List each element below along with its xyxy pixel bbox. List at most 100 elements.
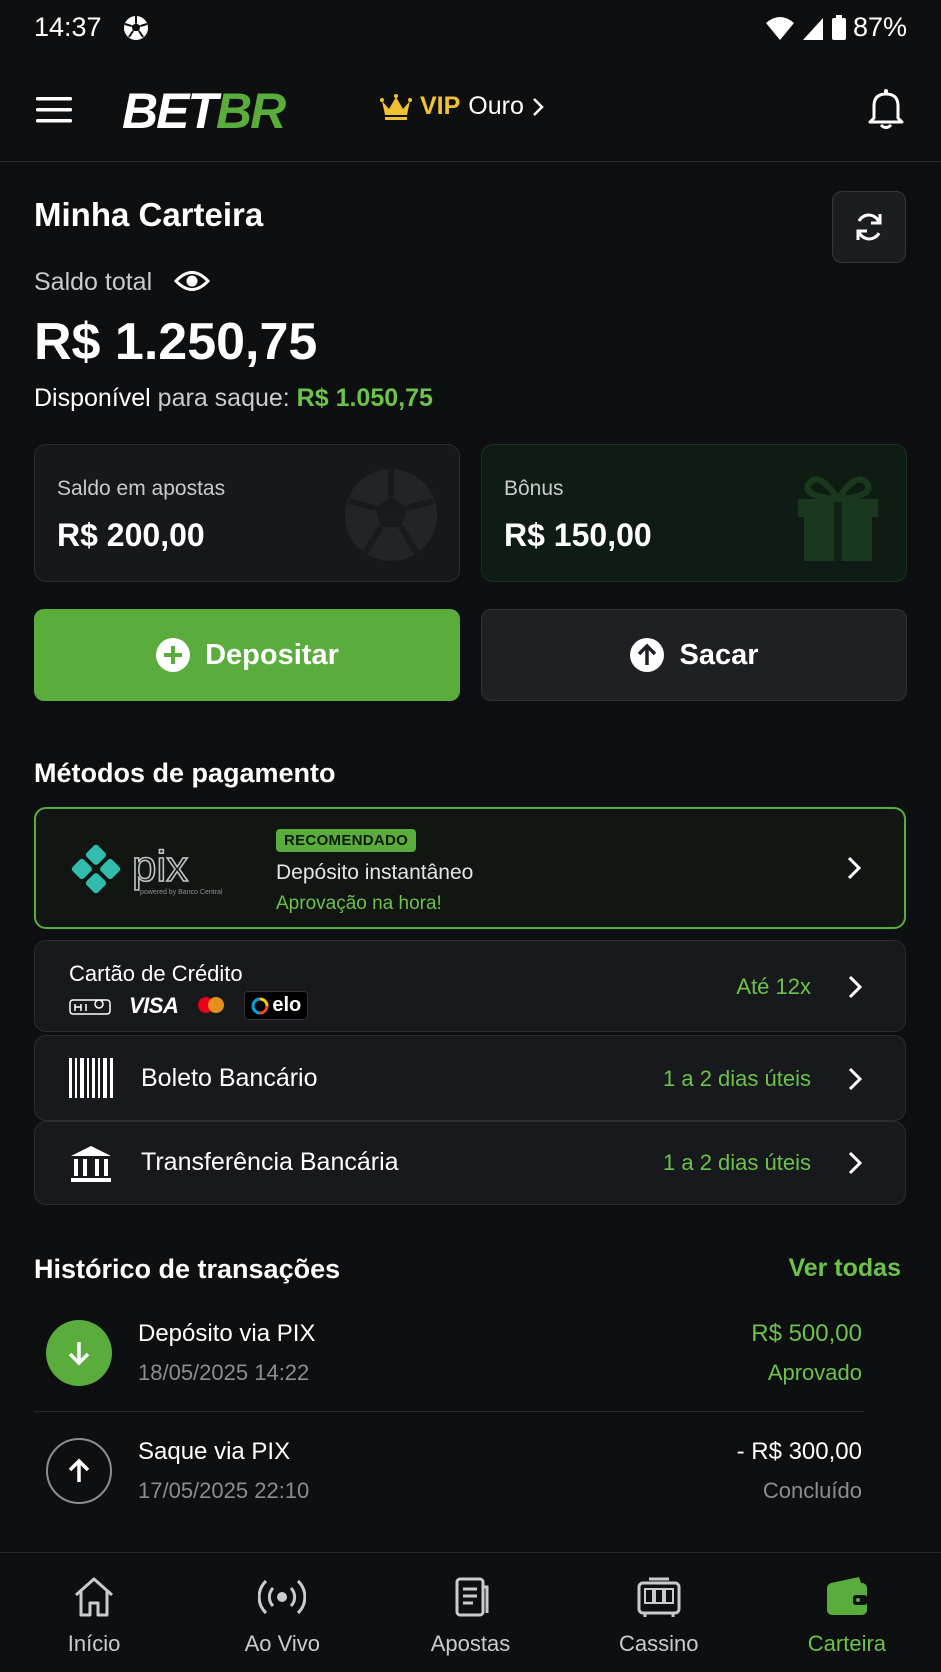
eye-icon[interactable] bbox=[174, 268, 210, 294]
vip-label: VIP bbox=[420, 92, 461, 120]
credit-card-installments: Até 12x bbox=[736, 974, 811, 999]
payment-methods-title: Métodos de pagamento bbox=[34, 758, 336, 788]
betbr-logo[interactable]: BETBR bbox=[122, 82, 286, 140]
withdraw-label: Sacar bbox=[679, 638, 759, 671]
deposit-button[interactable]: Depositar bbox=[34, 609, 460, 701]
bank-transfer-label: Transferência Bancária bbox=[141, 1148, 399, 1176]
bonus-value: R$ 150,00 bbox=[504, 517, 652, 553]
chevron-right-icon bbox=[848, 975, 863, 999]
signal-icon bbox=[802, 17, 823, 40]
wallet-title: Minha Carteira bbox=[34, 196, 264, 233]
crown-icon bbox=[380, 93, 412, 120]
bank-transfer-time: 1 a 2 dias úteis bbox=[663, 1150, 811, 1175]
bets-icon bbox=[455, 1577, 488, 1617]
bottom-navigation: Início Ao Vivo Apostas Cassino Carteira bbox=[0, 1552, 941, 1672]
nav-label-carteira: Carteira bbox=[807, 1631, 887, 1656]
available-label-suffix: para saque: bbox=[150, 384, 297, 412]
transaction-name: Depósito via PIX bbox=[138, 1320, 316, 1347]
available-balance: Disponível para saque: R$ 1.050,75 bbox=[34, 384, 433, 413]
vip-status-link[interactable]: VIP Ouro bbox=[380, 92, 544, 121]
elo-brand: elo bbox=[244, 991, 309, 1020]
bets-balance-label: Saldo em apostas bbox=[57, 477, 226, 500]
home-icon bbox=[75, 1577, 114, 1617]
saldo-total-value: R$ 1.250,75 bbox=[34, 313, 318, 371]
saldo-total-label: Saldo total bbox=[34, 268, 153, 296]
payment-method-bank-transfer[interactable]: Transferência Bancária 1 a 2 dias úteis bbox=[34, 1121, 906, 1205]
payment-method-pix[interactable]: pix powered by Banco Central RECOMENDADO… bbox=[34, 807, 906, 929]
withdraw-button[interactable]: Sacar bbox=[481, 609, 907, 701]
hipercard-brand-icon bbox=[69, 998, 111, 1015]
gift-decoration-icon bbox=[798, 476, 878, 561]
pix-approval-note: Aprovação na hora! bbox=[276, 893, 442, 914]
live-icon bbox=[258, 1579, 307, 1615]
bank-icon bbox=[71, 1146, 111, 1182]
logo-br: BR bbox=[216, 83, 286, 139]
logo-bet: BET bbox=[122, 83, 218, 139]
credit-card-label: Cartão de Crédito bbox=[69, 961, 243, 986]
transaction-row[interactable]: Saque via PIX 17/05/2025 22:10 - R$ 300,… bbox=[34, 1414, 864, 1530]
pix-description: Depósito instantâneo bbox=[276, 861, 474, 884]
nav-label-ao-vivo: Ao Vivo bbox=[244, 1631, 321, 1656]
plus-circle-icon bbox=[156, 638, 191, 672]
refresh-icon bbox=[856, 213, 882, 241]
deposit-label: Depositar bbox=[205, 638, 339, 671]
boleto-label: Boleto Bancário bbox=[141, 1064, 318, 1092]
refresh-button[interactable] bbox=[832, 191, 906, 263]
see-all-link[interactable]: Ver todas bbox=[788, 1254, 901, 1283]
nav-label-cassino: Cassino bbox=[618, 1631, 699, 1656]
chevron-right-icon bbox=[848, 1151, 863, 1175]
recommended-badge: RECOMENDADO bbox=[276, 829, 417, 852]
battery-level: 87% bbox=[852, 12, 907, 42]
status-time: 14:37 bbox=[34, 12, 102, 42]
elo-ring-icon bbox=[251, 997, 269, 1014]
nav-label-inicio: Início bbox=[67, 1631, 121, 1656]
bell-icon[interactable] bbox=[866, 88, 906, 130]
transaction-amount: R$ 500,00 bbox=[751, 1320, 862, 1347]
nav-item-cassino[interactable]: Cassino bbox=[565, 1553, 753, 1672]
soccer-ball-decoration-icon bbox=[345, 469, 437, 561]
boleto-time: 1 a 2 dias úteis bbox=[663, 1066, 811, 1091]
pix-logo-sub: powered by Banco Central bbox=[140, 889, 223, 896]
transaction-date: 17/05/2025 22:10 bbox=[138, 1478, 310, 1503]
nav-item-ao-vivo[interactable]: Ao Vivo bbox=[188, 1553, 376, 1672]
bets-balance-value: R$ 200,00 bbox=[57, 517, 205, 553]
available-value: R$ 1.050,75 bbox=[296, 384, 433, 412]
battery-icon bbox=[831, 14, 846, 40]
transaction-status: Concluído bbox=[762, 1478, 862, 1503]
chevron-right-icon bbox=[848, 1067, 863, 1091]
payment-method-credit-card[interactable]: Cartão de Crédito VISA elo Até 12x bbox=[34, 940, 906, 1032]
arrow-up-circle-icon bbox=[630, 638, 665, 672]
transaction-status: Aprovado bbox=[767, 1360, 862, 1385]
transaction-row[interactable]: Depósito via PIX 18/05/2025 14:22 R$ 500… bbox=[34, 1296, 864, 1412]
elo-label: elo bbox=[272, 994, 302, 1016]
nav-item-carteira[interactable]: Carteira bbox=[753, 1553, 941, 1672]
wifi-icon bbox=[765, 16, 794, 40]
wallet-icon bbox=[826, 1577, 867, 1615]
transaction-date: 18/05/2025 14:22 bbox=[138, 1360, 310, 1385]
chevron-right-icon bbox=[533, 97, 544, 116]
bonus-balance-card: Bônus R$ 150,00 bbox=[481, 444, 907, 582]
payment-method-boleto[interactable]: Boleto Bancário 1 a 2 dias úteis bbox=[34, 1035, 906, 1121]
mastercard-brand-icon bbox=[198, 996, 225, 1013]
pix-logo-icon: pix powered by Banco Central bbox=[71, 841, 223, 896]
visa-brand: VISA bbox=[129, 992, 179, 1018]
vip-level: Ouro bbox=[468, 92, 524, 120]
transaction-name: Saque via PIX bbox=[138, 1438, 291, 1465]
nav-item-apostas[interactable]: Apostas bbox=[376, 1553, 564, 1672]
nav-item-inicio[interactable]: Início bbox=[0, 1553, 188, 1672]
barcode-icon bbox=[69, 1058, 113, 1098]
deposit-arrow-icon bbox=[46, 1320, 112, 1386]
pix-logo-text: pix bbox=[132, 842, 188, 891]
transaction-history-title: Histórico de transações bbox=[34, 1254, 341, 1284]
bets-balance-card: Saldo em apostas R$ 200,00 bbox=[34, 444, 460, 582]
soccer-ball-icon bbox=[124, 16, 148, 40]
casino-icon bbox=[637, 1577, 681, 1617]
status-right: 87% bbox=[765, 12, 907, 43]
transaction-amount: - R$ 300,00 bbox=[736, 1438, 862, 1465]
withdraw-arrow-icon bbox=[46, 1438, 112, 1504]
chevron-right-icon bbox=[847, 856, 862, 880]
hamburger-menu-icon[interactable] bbox=[36, 96, 72, 124]
nav-label-apostas: Apostas bbox=[430, 1631, 511, 1656]
available-label: Disponível bbox=[34, 384, 151, 412]
card-brands: VISA elo bbox=[69, 991, 309, 1020]
